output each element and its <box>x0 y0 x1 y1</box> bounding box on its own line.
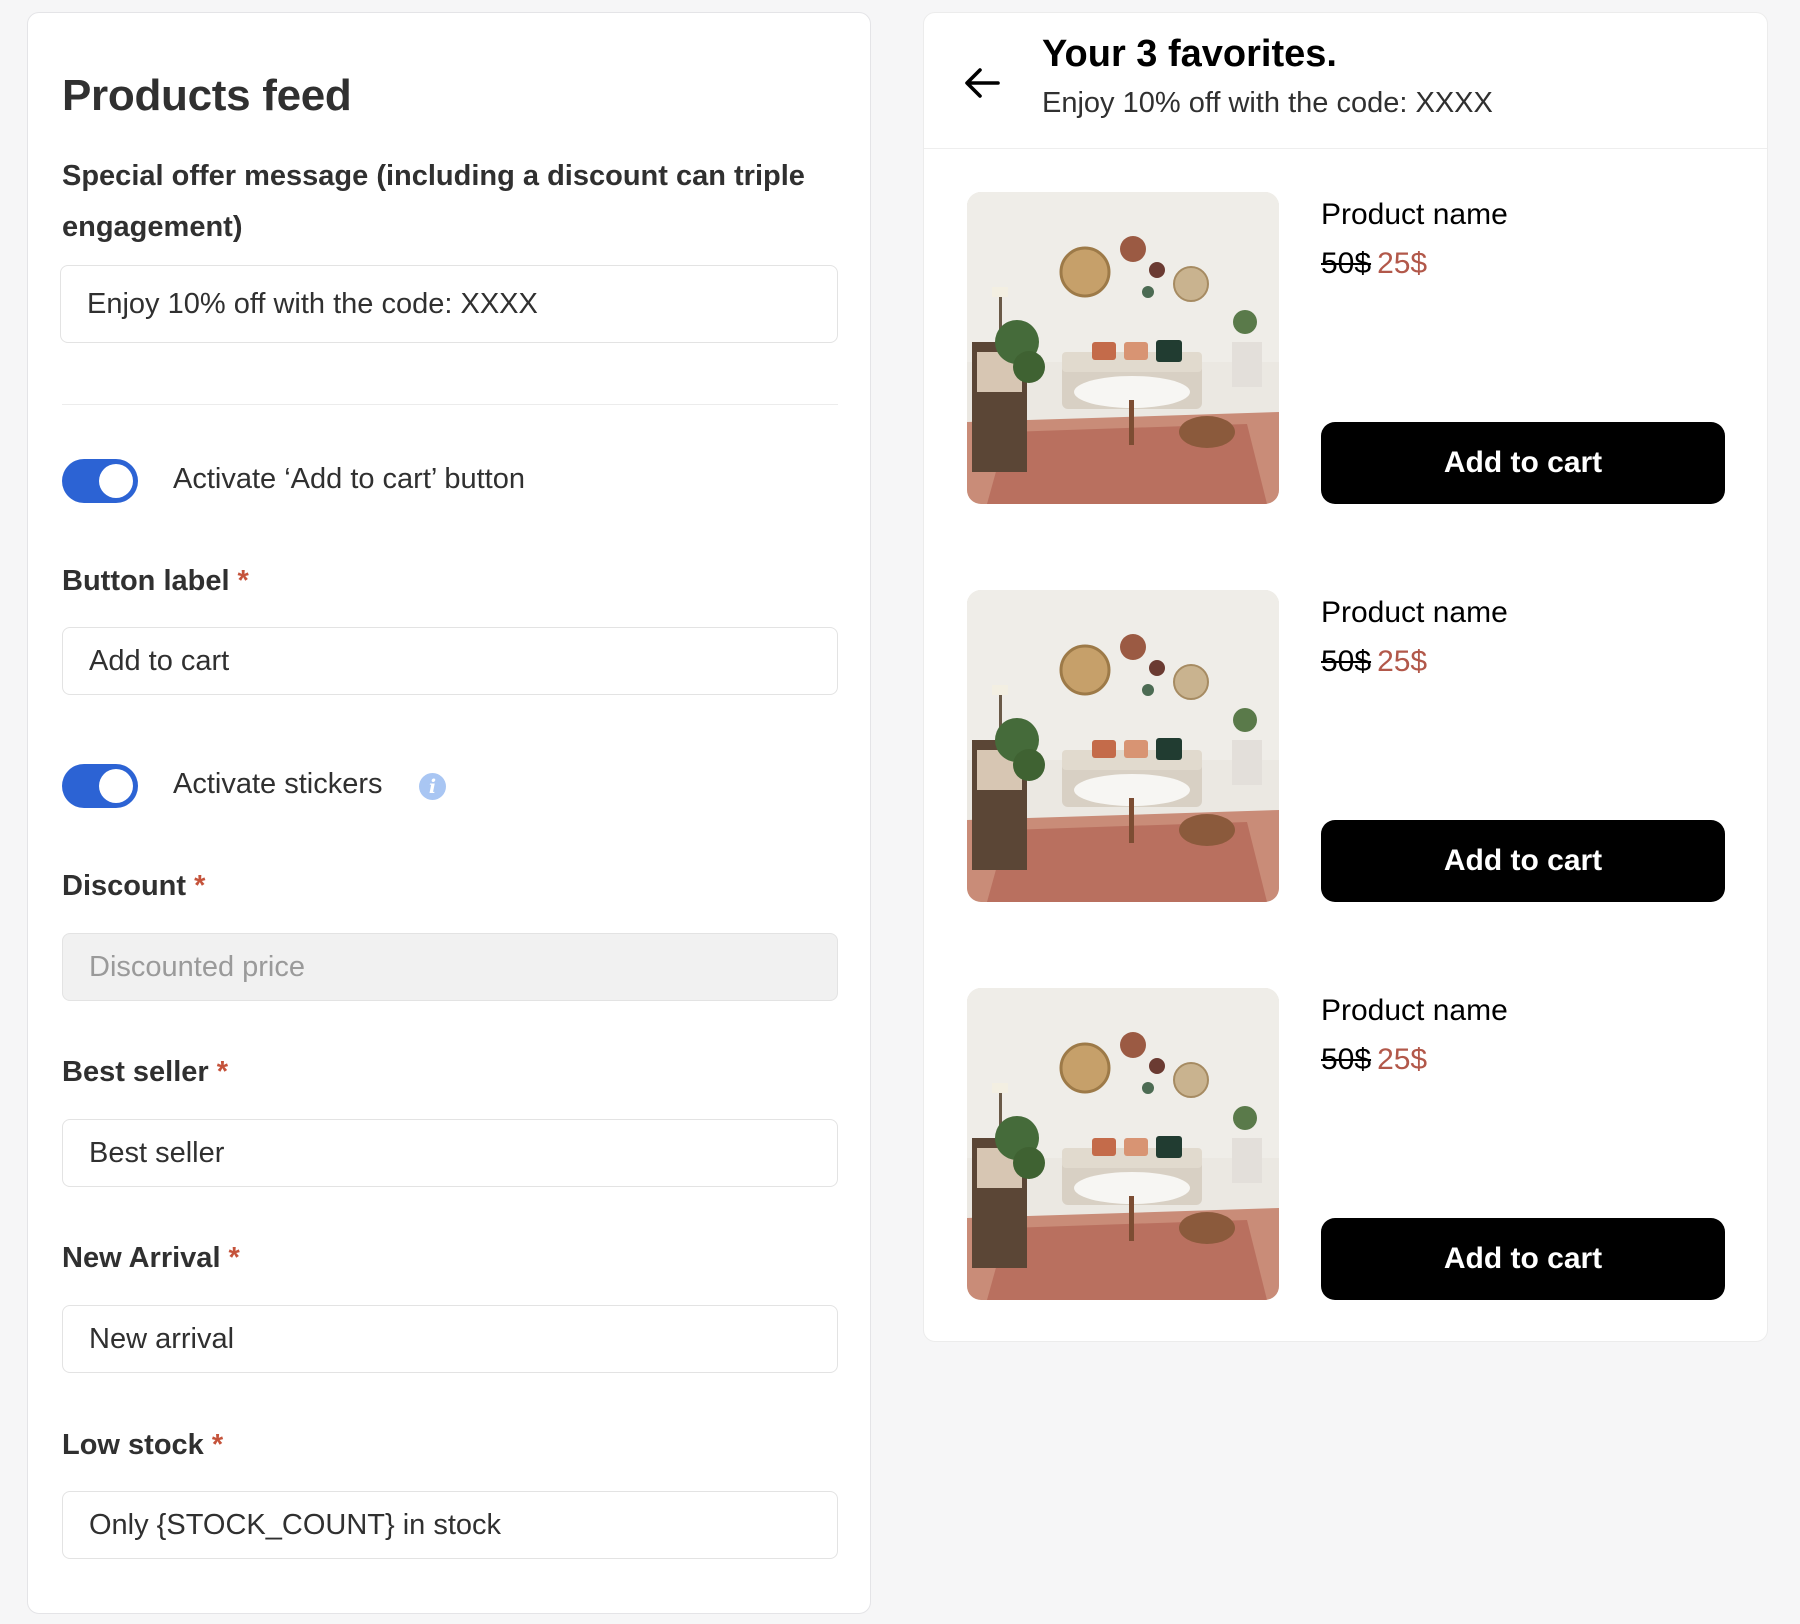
required-asterisk: * <box>228 1242 240 1274</box>
toggle-knob <box>99 769 133 803</box>
preview-title: Your 3 favorites. <box>1042 33 1337 75</box>
product-price: 50$ 25$ <box>1321 1043 1427 1077</box>
discount-label: Discount * <box>62 870 205 903</box>
product-name: Product name <box>1321 198 1508 231</box>
preview-subtitle: Enjoy 10% off with the code: XXXX <box>1042 87 1493 119</box>
info-icon[interactable]: i <box>419 773 446 800</box>
add-to-cart-toggle[interactable] <box>62 459 138 503</box>
product-price: 50$ 25$ <box>1321 247 1427 281</box>
products-feed-settings-panel: Products feed Special offer message (inc… <box>27 12 871 1614</box>
discount-input[interactable]: Discounted price <box>62 933 838 1001</box>
back-arrow-icon[interactable] <box>960 61 1004 105</box>
original-price: 50$ <box>1321 1043 1372 1076</box>
best-seller-label-text: Best seller <box>62 1056 209 1088</box>
stickers-toggle[interactable] <box>62 764 138 808</box>
add-to-cart-toggle-label: Activate ‘Add to cart’ button <box>173 463 525 495</box>
required-asterisk: * <box>194 870 206 902</box>
product-name: Product name <box>1321 994 1508 1027</box>
stickers-toggle-label: Activate stickers <box>173 768 383 800</box>
product-name: Product name <box>1321 596 1508 629</box>
required-asterisk: * <box>216 1056 228 1088</box>
new-arrival-input[interactable]: New arrival <box>62 1305 838 1373</box>
product-card: Product name 50$ 25$ Add to cart <box>924 590 1767 904</box>
sale-price: 25$ <box>1377 645 1428 678</box>
add-to-cart-button[interactable]: Add to cart <box>1321 820 1725 902</box>
product-image[interactable] <box>967 988 1279 1300</box>
low-stock-label-text: Low stock <box>62 1429 204 1461</box>
special-offer-label: Special offer message (including a disco… <box>62 160 805 243</box>
toggle-knob <box>99 464 133 498</box>
preview-header: Your 3 favorites. Enjoy 10% off with the… <box>924 13 1767 149</box>
original-price: 50$ <box>1321 247 1372 280</box>
original-price: 50$ <box>1321 645 1372 678</box>
button-label-text: Button label <box>62 565 230 597</box>
product-card: Product name 50$ 25$ Add to cart <box>924 988 1767 1302</box>
product-image[interactable] <box>967 192 1279 504</box>
living-room-photo <box>967 590 1279 902</box>
required-asterisk: * <box>237 565 249 597</box>
low-stock-label: Low stock * <box>62 1429 223 1462</box>
button-label-input[interactable]: Add to cart <box>62 627 838 695</box>
special-offer-input[interactable]: Enjoy 10% off with the code: XXXX <box>60 265 838 343</box>
required-asterisk: * <box>211 1429 224 1461</box>
low-stock-input[interactable]: Only {STOCK_COUNT} in stock <box>62 1491 838 1559</box>
add-to-cart-button[interactable]: Add to cart <box>1321 1218 1725 1300</box>
product-card: Product name 50$ 25$ Add to cart <box>924 192 1767 506</box>
best-seller-label: Best seller * <box>62 1056 228 1089</box>
product-price: 50$ 25$ <box>1321 645 1427 679</box>
page-title: Products feed <box>62 71 352 120</box>
product-image[interactable] <box>967 590 1279 902</box>
new-arrival-label: New Arrival * <box>62 1242 240 1275</box>
sale-price: 25$ <box>1377 1043 1428 1076</box>
button-label-label: Button label * <box>62 565 249 598</box>
favorites-preview-panel: Your 3 favorites. Enjoy 10% off with the… <box>923 12 1768 1342</box>
discount-label-text: Discount <box>62 870 187 902</box>
sale-price: 25$ <box>1377 247 1428 280</box>
living-room-photo <box>967 988 1279 1300</box>
new-arrival-label-text: New Arrival <box>62 1242 221 1274</box>
add-to-cart-button[interactable]: Add to cart <box>1321 422 1725 504</box>
living-room-photo <box>967 192 1279 504</box>
best-seller-input[interactable]: Best seller <box>62 1119 838 1187</box>
section-divider <box>62 404 838 405</box>
